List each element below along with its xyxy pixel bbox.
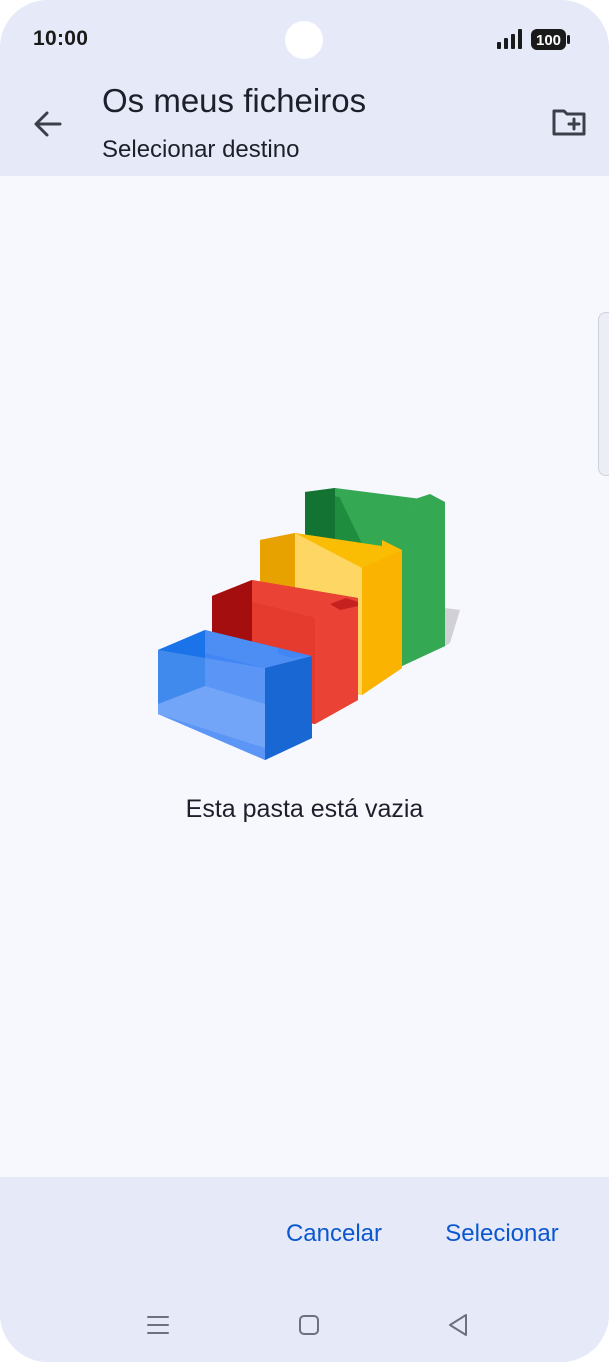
app-bar: Os meus ficheiros Selecionar destino (0, 70, 609, 176)
scrollbar[interactable] (598, 312, 609, 476)
back-icon (449, 1314, 467, 1336)
phone-screen: 10:00 100 Os meus ficheiros Selecionar d… (0, 0, 609, 1362)
system-navigation-bar (0, 1287, 609, 1362)
page-title: Os meus ficheiros (102, 82, 367, 119)
battery-level: 100 (536, 32, 561, 49)
recent-apps-icon (147, 1316, 169, 1334)
status-time: 10:00 (33, 27, 89, 50)
create-new-folder-icon (552, 109, 586, 136)
camera-cutout (285, 21, 323, 59)
home-button[interactable] (289, 1309, 329, 1341)
dialog-action-bar: Cancelar Selecionar (0, 1177, 609, 1287)
nav-back-button[interactable] (438, 1309, 478, 1341)
empty-folders-illustration (158, 488, 460, 760)
home-icon (299, 1315, 319, 1335)
battery-icon: 100 (531, 29, 570, 50)
page-subtitle: Selecionar destino (102, 136, 300, 163)
new-folder-button[interactable] (544, 98, 594, 146)
empty-folder-message: Esta pasta está vazia (185, 795, 424, 823)
status-bar: 10:00 100 (0, 0, 609, 70)
arrow-back-icon (34, 111, 62, 137)
recent-apps-button[interactable] (138, 1309, 178, 1341)
cancel-button[interactable]: Cancelar (270, 1212, 398, 1256)
back-button[interactable] (22, 100, 74, 148)
select-button[interactable]: Selecionar (432, 1212, 572, 1256)
signal-icon (497, 29, 522, 49)
